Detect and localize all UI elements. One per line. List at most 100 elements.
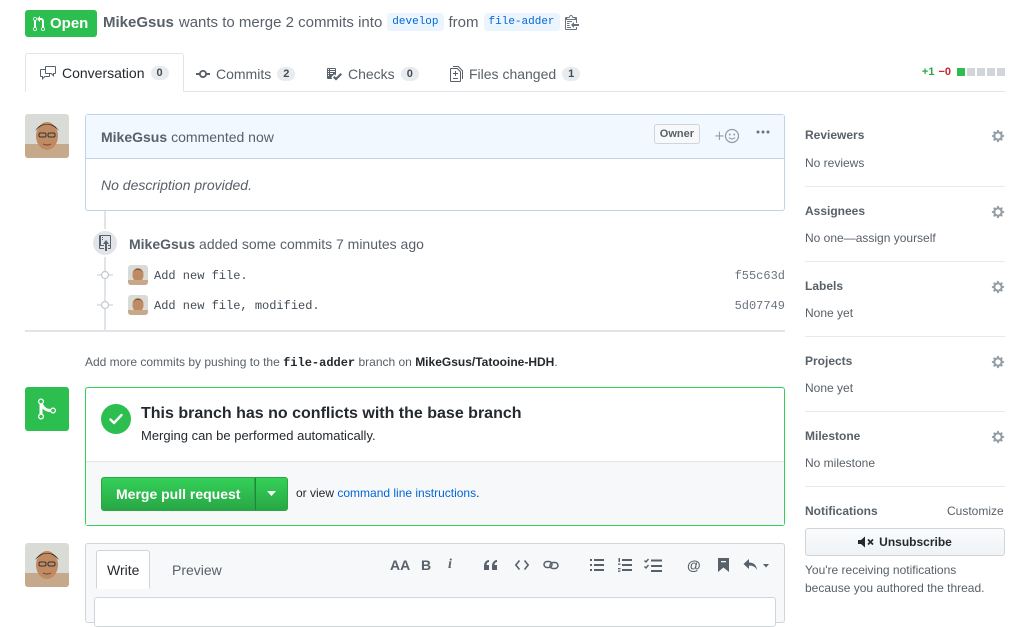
git-commit-icon xyxy=(196,66,210,82)
git-pull-request-icon xyxy=(33,15,45,32)
tab-files-changed[interactable]: Files changed 1 xyxy=(436,55,594,92)
sidebar-labels-title[interactable]: Labels xyxy=(805,279,1005,293)
cli-hint-suffix: . xyxy=(476,486,480,500)
clipboard-icon[interactable] xyxy=(564,14,579,30)
merge-status-title: This branch has no conflicts with the ba… xyxy=(141,405,522,422)
sidebar-milestone-value: No milestone xyxy=(805,456,876,470)
bookmark-icon[interactable] xyxy=(718,558,729,572)
svg-text:+: + xyxy=(714,129,725,144)
notifications-note-line1: You're receiving notifications xyxy=(805,563,957,577)
tab-checks-count: 0 xyxy=(400,66,419,81)
quote-icon[interactable] xyxy=(484,559,498,571)
sidebar-labels: Labels None yet xyxy=(805,274,1005,337)
notifications-note-line2: because you authored the thread. xyxy=(805,581,985,595)
command-line-instructions-link[interactable]: command line instructions xyxy=(337,486,476,500)
mention-icon[interactable]: @ xyxy=(687,557,701,573)
merge-method-dropdown[interactable] xyxy=(255,477,289,511)
sidebar-labels-value: None yet xyxy=(805,306,854,320)
tab-write[interactable]: Write xyxy=(96,550,151,589)
tab-files-changed-label: Files changed xyxy=(469,65,557,82)
commit-dot-icon xyxy=(97,299,113,311)
sidebar-milestone-title[interactable]: Milestone xyxy=(805,429,1005,443)
sidebar-reviewers-title[interactable]: Reviewers xyxy=(805,128,1005,142)
gear-icon[interactable] xyxy=(991,355,1005,369)
comment-textarea[interactable] xyxy=(94,597,776,627)
merge-actions: Merge pull request or view command line … xyxy=(86,461,784,525)
gear-icon[interactable] xyxy=(991,280,1005,294)
diffstat-block-added xyxy=(957,68,965,76)
tab-conversation[interactable]: Conversation 0 xyxy=(25,53,184,92)
commits-event-author[interactable]: MikeGsus xyxy=(129,236,195,252)
gear-icon[interactable] xyxy=(991,430,1005,444)
heading-icon[interactable]: AA xyxy=(390,557,410,573)
sidebar-assignees: Assignees No one—assign yourself xyxy=(805,199,1005,262)
sidebar-assignees-title[interactable]: Assignees xyxy=(805,204,1005,218)
pr-merge-text: wants to merge 2 commits into xyxy=(178,13,383,31)
commit-sha[interactable]: 5d07749 xyxy=(735,299,785,313)
comment-author[interactable]: MikeGsus xyxy=(101,129,167,145)
reply-icon[interactable] xyxy=(743,558,771,572)
tab-preview[interactable]: Preview xyxy=(162,550,232,589)
avatar[interactable] xyxy=(25,543,69,587)
push-hint-repo[interactable]: MikeGsus/Tatooine-HDH xyxy=(415,355,554,369)
base-branch-label[interactable]: develop xyxy=(387,13,444,31)
ordered-list-icon[interactable] xyxy=(618,558,632,572)
commits-event-action: added some commits 7 minutes ago xyxy=(199,236,424,252)
sidebar-assignees-value[interactable]: No one—assign yourself xyxy=(805,231,1005,245)
code-icon[interactable] xyxy=(515,559,529,571)
commit-message[interactable]: Add new file. xyxy=(154,269,248,283)
unsubscribe-button[interactable]: Unsubscribe xyxy=(805,528,1005,556)
diffstat-block-neutral xyxy=(977,68,985,76)
cli-hint-text: or view xyxy=(296,486,335,500)
check-icon xyxy=(101,404,131,434)
commit-message[interactable]: Add new file, modified. xyxy=(154,299,320,313)
pr-author-link[interactable]: MikeGsus xyxy=(103,14,174,31)
unsubscribe-label: Unsubscribe xyxy=(879,535,952,549)
timeline-divider xyxy=(25,330,785,332)
merge-status-subtitle: Merging can be performed automatically. xyxy=(141,428,376,443)
tab-conversation-label: Conversation xyxy=(62,64,145,81)
repo-push-icon xyxy=(91,229,119,257)
tab-commits[interactable]: Commits 2 xyxy=(182,55,309,92)
tab-checks[interactable]: Checks 0 xyxy=(312,55,433,92)
git-merge-icon xyxy=(25,387,69,431)
file-diff-icon xyxy=(450,65,463,82)
unordered-list-icon[interactable] xyxy=(590,558,604,572)
gear-icon[interactable] xyxy=(991,205,1005,219)
head-branch-label[interactable]: file-adder xyxy=(483,13,560,31)
merge-button-group: Merge pull request xyxy=(101,477,289,511)
merge-pull-request-button[interactable]: Merge pull request xyxy=(101,477,256,511)
notifications-customize-link[interactable]: Customize xyxy=(947,504,1004,518)
pr-state-badge: Open xyxy=(25,10,98,37)
bold-icon[interactable]: B xyxy=(421,557,431,573)
comment-header: MikeGsus commented now Owner + xyxy=(86,115,784,159)
commit-author-avatar[interactable] xyxy=(128,265,148,285)
add-reaction-icon[interactable]: + xyxy=(714,127,742,145)
tab-conversation-count: 0 xyxy=(150,65,169,80)
cli-hint: or view command line instructions. xyxy=(296,486,479,500)
triangle-down-icon xyxy=(267,491,277,497)
tab-checks-label: Checks xyxy=(348,65,395,82)
avatar[interactable] xyxy=(25,114,69,158)
italic-icon[interactable]: i xyxy=(448,557,452,573)
commit-sha[interactable]: f55c63d xyxy=(735,269,785,283)
task-list-icon[interactable] xyxy=(644,558,662,572)
gear-icon[interactable] xyxy=(991,129,1005,143)
push-hint: Add more commits by pushing to the file-… xyxy=(85,355,558,370)
push-hint-prefix: Add more commits by pushing to the xyxy=(85,355,280,369)
commit-author-avatar[interactable] xyxy=(128,295,148,315)
sidebar-reviewers: Reviewers No reviews xyxy=(805,124,1005,187)
pr-state-label: Open xyxy=(50,15,89,32)
push-hint-branch: file-adder xyxy=(283,356,356,370)
sidebar-projects-value: None yet xyxy=(805,381,854,395)
pr-meta: MikeGsus wants to merge 2 commits into d… xyxy=(103,13,579,31)
tab-files-changed-count: 1 xyxy=(562,66,581,81)
more-options-icon[interactable] xyxy=(756,129,770,135)
sidebar-projects-title[interactable]: Projects xyxy=(805,354,1005,368)
diffstat-block-neutral xyxy=(987,68,995,76)
sidebar-projects: Projects None yet xyxy=(805,349,1005,412)
sidebar-milestone: Milestone No milestone xyxy=(805,424,1005,487)
mute-icon xyxy=(858,536,874,548)
sidebar-notifications-title: Notifications xyxy=(805,504,878,518)
link-icon[interactable] xyxy=(543,559,559,571)
